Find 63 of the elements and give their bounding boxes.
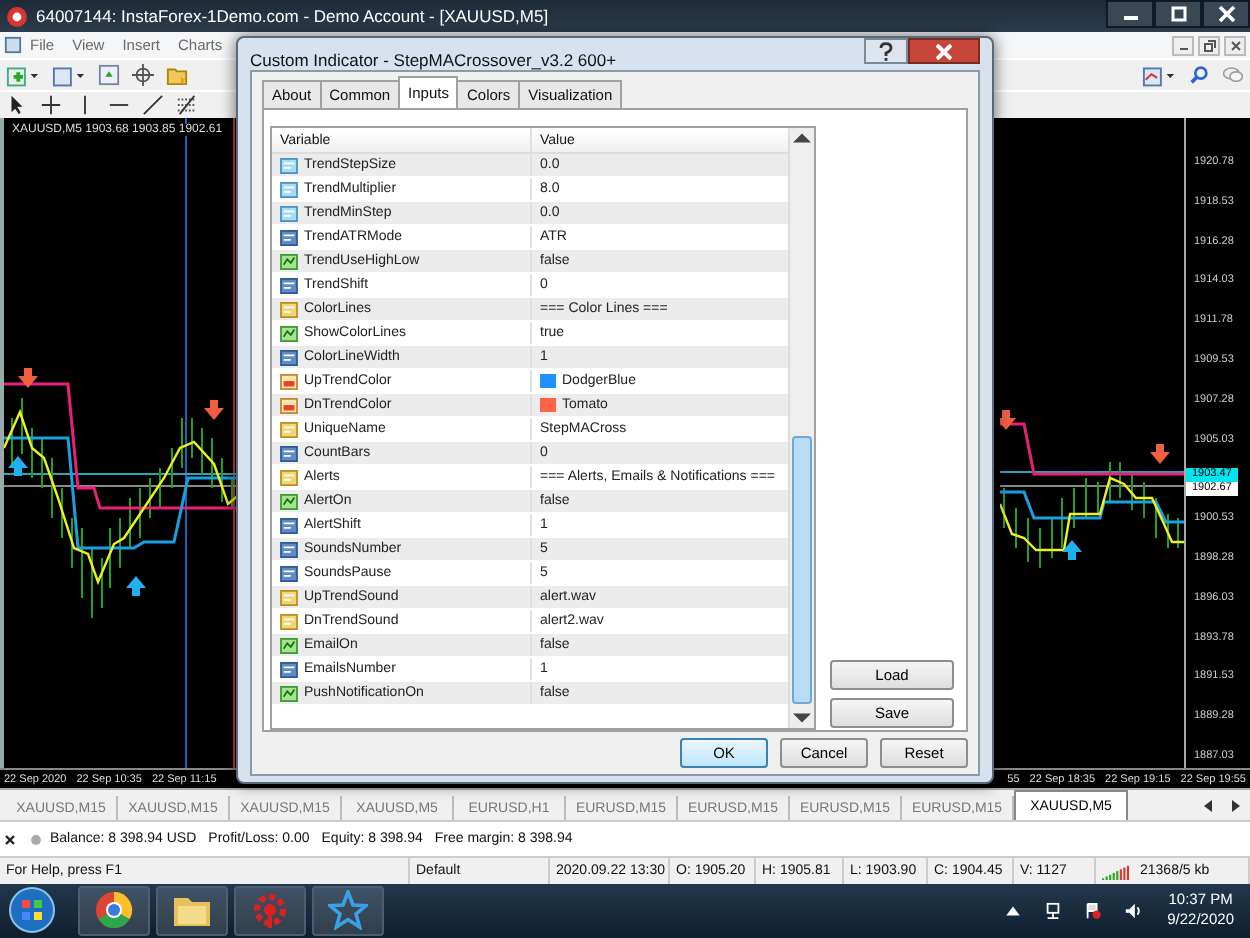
flag-icon[interactable] [1083,901,1102,920]
palette-icon [280,397,298,413]
chat-icon[interactable] [1222,64,1244,87]
speaker-icon[interactable] [1123,901,1142,920]
scroll-up-icon[interactable] [790,128,814,148]
app-icon [6,5,28,28]
window-title: 64007144: InstaForex-1Demo.com - Demo Account - [XAUUSD,M5] [36,6,549,27]
checkmark-icon [280,637,298,653]
maximize-button[interactable] [1154,0,1202,28]
palette-icon [280,373,298,389]
taskbar-app-button[interactable] [156,885,228,936]
close-icon[interactable] [4,833,16,846]
checkmark-icon [280,253,298,269]
checkmark-icon [280,493,298,509]
search-icon[interactable] [1188,64,1210,87]
close-icon [1217,6,1235,22]
connection-bars-icon [1102,863,1134,880]
help-button[interactable] [864,38,908,64]
folder-icon [172,892,212,929]
crosshair-icon[interactable] [132,64,154,87]
minimize-button[interactable] [1106,0,1154,28]
down-arrow-icon [18,368,38,388]
star-icon [328,890,368,931]
close-icon [934,43,954,59]
show-hidden-icon[interactable] [1003,901,1022,920]
cursor-icon[interactable] [6,94,28,117]
scroll-left-icon[interactable] [1202,800,1214,812]
status-dot-icon [30,833,42,846]
restore-button[interactable] [1198,35,1220,56]
browser-icon [94,890,134,931]
document-icon [4,36,22,55]
close-button[interactable] [1224,35,1246,56]
folder-icon[interactable] [166,64,188,87]
up-arrow-icon [8,456,28,476]
maximize-icon [1169,6,1187,22]
trendline-icon[interactable] [142,94,164,117]
close-icon [1229,39,1241,52]
scroll-thumb[interactable] [792,436,812,704]
gear-icon [250,890,290,931]
close-button[interactable] [908,38,980,64]
help-icon [878,41,894,61]
up-arrow-icon [1062,540,1082,560]
minimize-button[interactable] [1172,35,1194,56]
start-button[interactable] [8,886,56,935]
network-icon[interactable] [1043,901,1062,920]
down-arrow-icon [1150,444,1170,464]
fibonacci-icon[interactable] [176,94,198,117]
scroll-down-icon[interactable] [790,708,814,728]
dialog-title: Custom Indicator - StepMACrossover_v3.2 600+ [250,50,617,70]
checkmark-icon [280,685,298,701]
up-arrow-icon [126,576,146,596]
scrollbar[interactable] [788,128,814,728]
taskbar-app-button[interactable] [78,885,150,936]
restore-icon [1203,39,1215,52]
taskbar-app-button[interactable] [312,885,384,936]
window-icon[interactable] [52,63,86,88]
close-button[interactable] [1202,0,1250,28]
down-arrow-icon [1000,410,1016,430]
chart-icon[interactable] [1142,63,1176,88]
checkmark-icon [280,325,298,341]
down-arrow-icon [204,400,224,420]
crosshair-icon[interactable] [40,94,62,117]
scroll-right-icon[interactable] [1230,800,1242,812]
